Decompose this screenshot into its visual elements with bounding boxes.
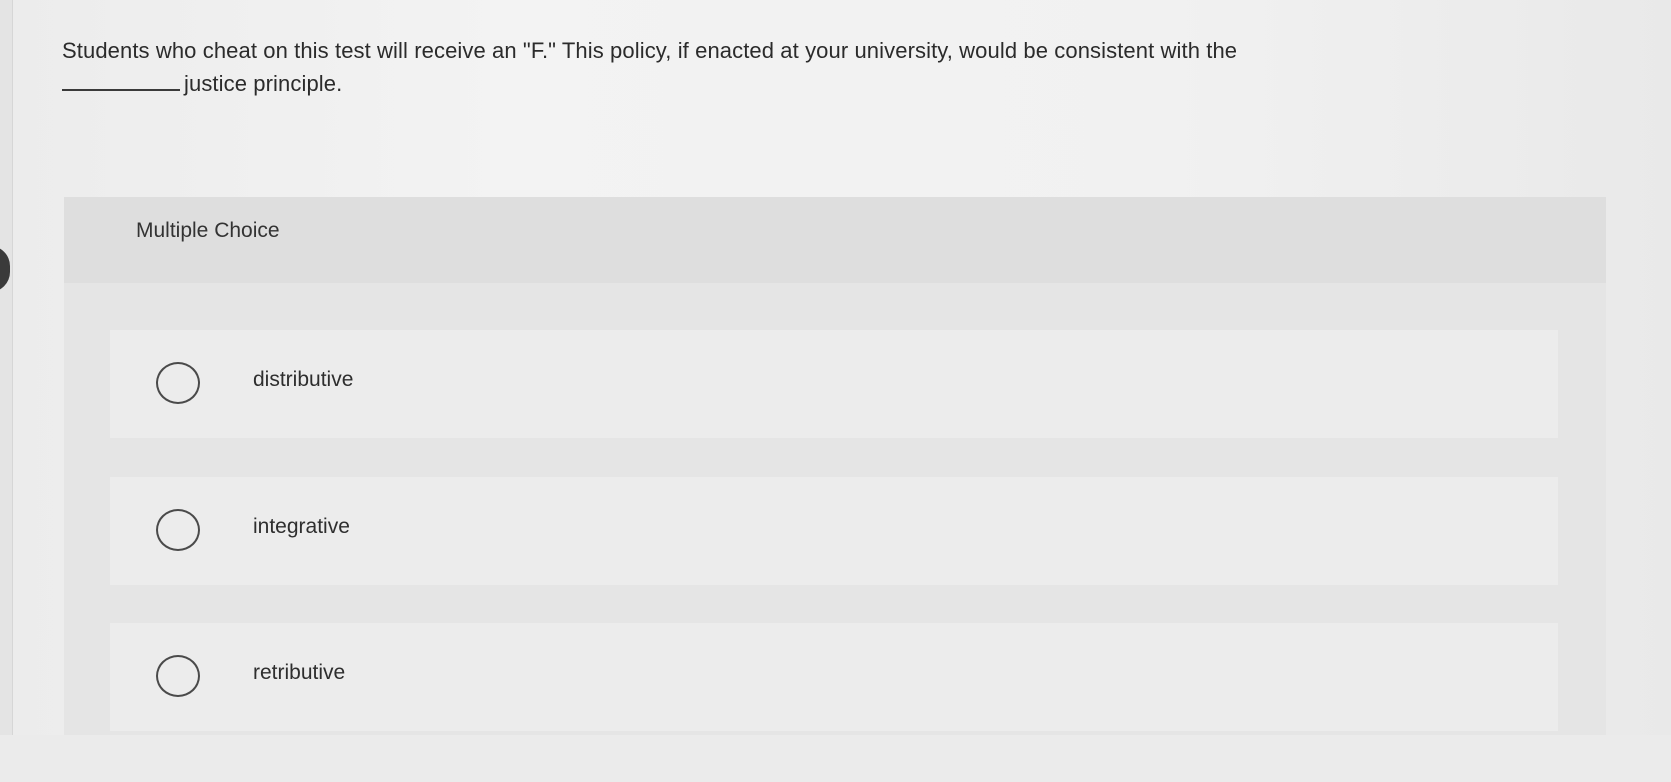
option-label: retributive: [253, 661, 346, 684]
question-line-2-text: justice principle.: [184, 71, 343, 96]
question-text: Students who cheat on this test will rec…: [62, 34, 1502, 100]
multiple-choice-panel: Multiple Choice distributive integrative…: [64, 197, 1606, 735]
option-label: integrative: [253, 515, 350, 538]
multiple-choice-header: Multiple Choice: [64, 197, 1606, 283]
option-integrative[interactable]: integrative: [110, 477, 1558, 585]
bottom-strip: [0, 735, 1671, 782]
left-edge: [0, 0, 13, 782]
option-retributive[interactable]: retributive: [110, 623, 1558, 731]
radio-button[interactable]: [156, 509, 200, 551]
multiple-choice-title: Multiple Choice: [136, 219, 280, 242]
answer-blank: [62, 83, 180, 91]
option-label: distributive: [253, 368, 354, 391]
radio-button[interactable]: [156, 655, 200, 697]
question-line-1: Students who cheat on this test will rec…: [62, 38, 1238, 63]
page-background: Students who cheat on this test will rec…: [0, 0, 1671, 782]
question-line-2: justice principle.: [62, 67, 1502, 100]
option-distributive[interactable]: distributive: [110, 330, 1558, 438]
radio-button[interactable]: [156, 362, 200, 404]
